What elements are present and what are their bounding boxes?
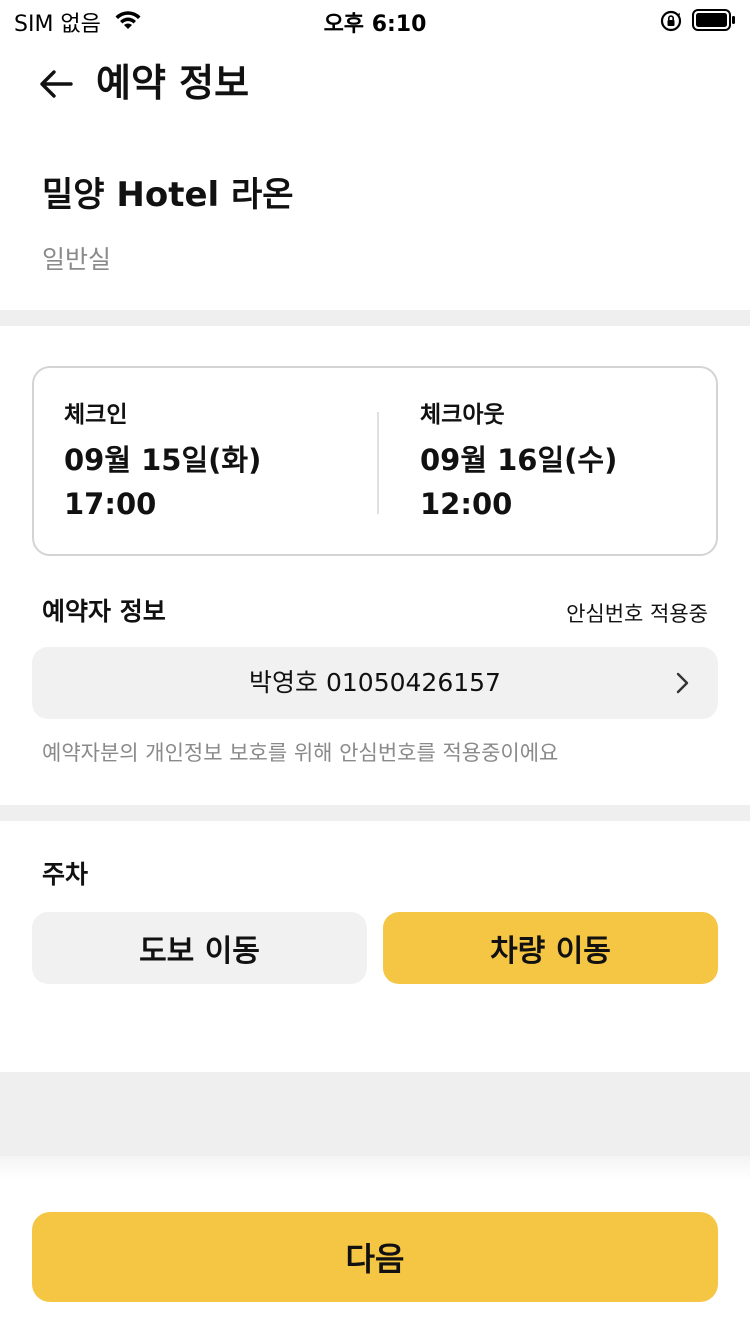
booker-info-field[interactable]: 박영호 01050426157 (32, 647, 718, 719)
check-in-label: 체크인 (64, 402, 128, 428)
arrow-left-icon (40, 70, 73, 98)
parking-section-title: 주차 (42, 860, 89, 889)
check-out-time: 12:00 (420, 487, 513, 521)
check-in-time: 17:00 (64, 487, 157, 521)
battery-icon (692, 9, 735, 31)
bottom-spacer (0, 1072, 750, 1156)
walk-option-button[interactable]: 도보 이동 (32, 912, 367, 984)
back-button[interactable] (32, 60, 80, 108)
safe-number-status: 안심번호 적용중 (566, 602, 708, 626)
booker-section-title: 예약자 정보 (42, 597, 166, 626)
bottom-shadow (0, 1156, 750, 1180)
section-divider (0, 310, 750, 326)
clock: 오후 6:10 (323, 12, 427, 37)
stay-dates-card: 체크인 09월 15일(화) 17:00 체크아웃 09월 16일(수) 12:… (32, 366, 718, 556)
check-out-block: 체크아웃 09월 16일(수) 12:00 (420, 398, 617, 526)
page-title: 예약 정보 (96, 61, 250, 105)
orientation-lock-icon (660, 10, 682, 32)
section-divider (0, 805, 750, 821)
card-separator (377, 412, 379, 514)
check-in-block: 체크인 09월 15일(화) 17:00 (64, 398, 261, 526)
status-bar: SIM 없음 오후 6:10 (0, 0, 750, 40)
booker-name-phone: 박영호 01050426157 (249, 668, 501, 697)
next-button[interactable]: 다음 (32, 1212, 718, 1302)
check-out-label: 체크아웃 (420, 402, 505, 428)
car-option-button[interactable]: 차량 이동 (383, 912, 718, 984)
room-type: 일반실 (42, 245, 112, 274)
privacy-note: 예약자분의 개인정보 보호를 위해 안심번호를 적용중이에요 (42, 741, 559, 765)
check-out-date: 09월 16일(수) (420, 443, 618, 477)
check-in-date: 09월 15일(화) (64, 443, 262, 477)
chevron-right-icon (676, 672, 689, 694)
hotel-name: 밀양 Hotel 라온 (42, 175, 294, 215)
